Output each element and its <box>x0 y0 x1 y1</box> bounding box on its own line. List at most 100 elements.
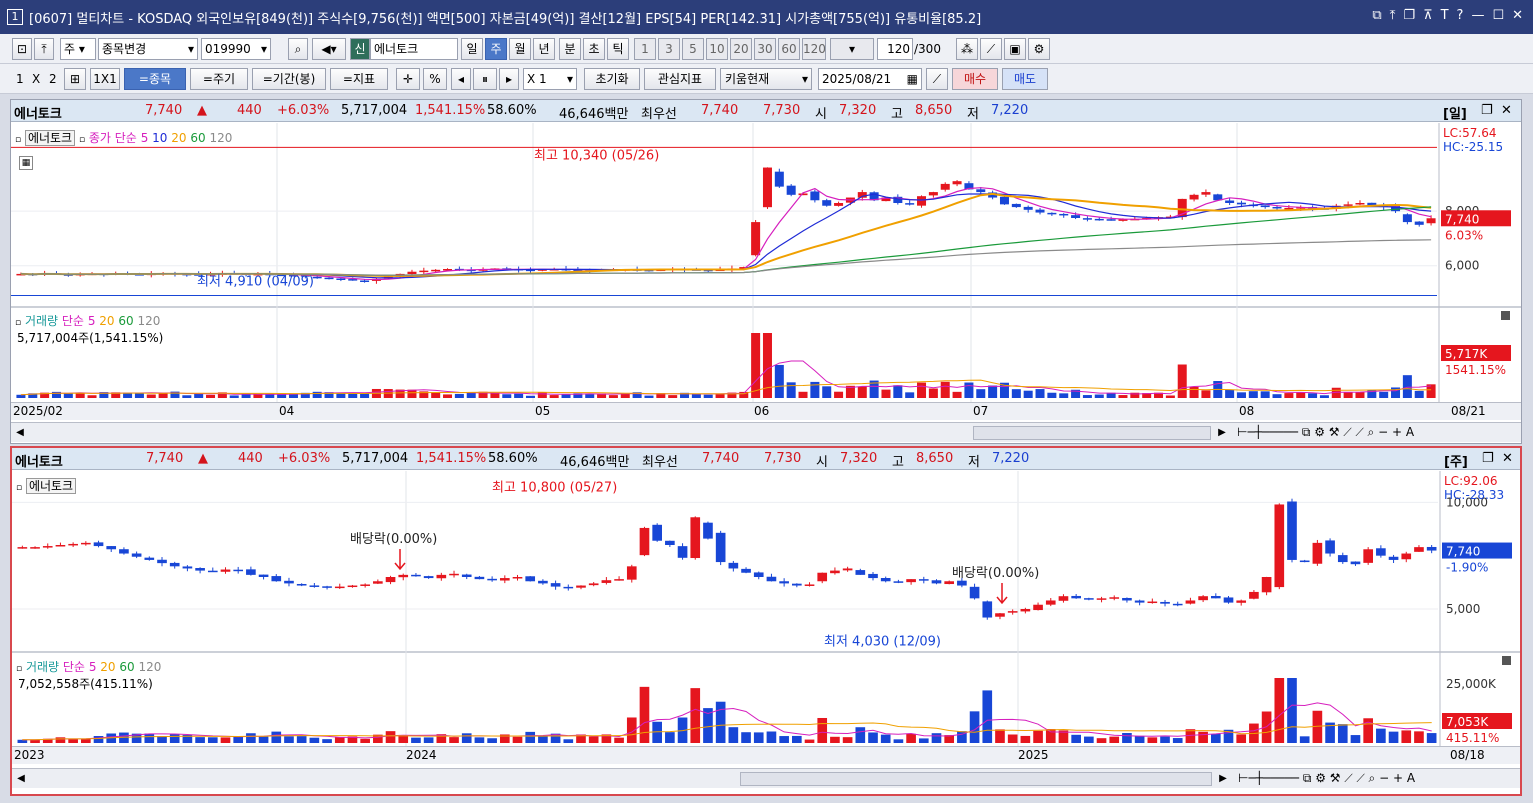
period-yearly-tab[interactable]: 년 <box>533 38 555 60</box>
scroll-thumb-weekly[interactable] <box>740 772 1212 786</box>
period-second-tab[interactable]: 초 <box>583 38 605 60</box>
price-chart-weekly[interactable]: 5,00010,000최고 10,800 (05/27)최저 4,030 (12… <box>12 471 1520 746</box>
reset-button[interactable]: 초기화 <box>584 68 640 90</box>
panel2-restore-icon[interactable]: ❐ <box>1482 451 1494 466</box>
period-monthly-tab[interactable]: 월 <box>509 38 531 60</box>
buy-button[interactable]: 매수 <box>952 68 998 90</box>
calendar-icon[interactable]: ▦ <box>907 69 918 89</box>
pin-icon[interactable]: ⊼ <box>1423 8 1433 23</box>
minute-10-button[interactable]: 10 <box>706 38 728 60</box>
minute-1-button[interactable]: 1 <box>634 38 656 60</box>
candle-body <box>1350 561 1361 565</box>
date-input[interactable]: 2025/08/21 ▦ <box>818 68 922 90</box>
candle-body <box>786 185 796 195</box>
volume-bar <box>334 737 345 743</box>
volume-bar <box>982 690 993 743</box>
restore-icon[interactable]: ❐ <box>1403 8 1415 23</box>
volume-bar <box>1177 364 1187 398</box>
volume-bar <box>1096 738 1107 743</box>
panel-close-icon[interactable]: ✕ <box>1501 103 1512 118</box>
candle-body <box>855 570 866 575</box>
volume-legend-toggle-icon[interactable]: ▫ <box>15 318 21 328</box>
text-size-icon[interactable]: T <box>1441 8 1449 23</box>
scroll-left-arrow-icon[interactable]: ◀ <box>13 425 27 440</box>
minute-3-button[interactable]: 3 <box>658 38 680 60</box>
scroll2-right-arrow-icon[interactable]: ▶ <box>1216 771 1230 786</box>
zoom-tools-daily[interactable]: ⊢─┼───── ⧉ ⚙ ⚒ ⟋ ⟋ ⌕ − + A <box>1237 425 1414 440</box>
mode-stock-button[interactable]: =종목 <box>124 68 186 90</box>
panel-restore-icon[interactable]: ❐ <box>1481 103 1493 118</box>
candle-body <box>880 578 891 582</box>
kiwoom-current-select[interactable]: 키움현재 ▾ <box>720 68 812 90</box>
volume-pct-tag-text: 1541.15% <box>1445 363 1506 377</box>
mode-range-button[interactable]: =기간(봉) <box>252 68 326 90</box>
sell-button[interactable]: 매도 <box>1002 68 1048 90</box>
minute-5-button[interactable]: 5 <box>682 38 704 60</box>
interest-indicator-button[interactable]: 관심지표 <box>644 68 716 90</box>
sound-icon[interactable]: ◀▾ <box>312 38 346 60</box>
volume2-legend-toggle-icon[interactable]: ▫ <box>16 664 22 674</box>
period-weekly-tab[interactable]: 주 <box>485 38 507 60</box>
trend-tools-icon[interactable]: ⟋ <box>980 38 1002 60</box>
price-chart-daily[interactable]: 6,0008,000최고 10,340 (05/26)최저 4,910 (04/… <box>11 123 1521 403</box>
crosshair-icon[interactable]: ✛ <box>396 68 420 90</box>
panel2-close-icon[interactable]: ✕ <box>1502 451 1513 466</box>
scroll-thumb-daily[interactable] <box>973 426 1211 440</box>
bar-count-input[interactable]: 120 <box>877 38 913 60</box>
scroll-right-icon[interactable]: ▸ <box>499 68 519 90</box>
scrollbar-daily[interactable]: ◀ ▶ ⊢─┼───── ⧉ ⚙ ⚒ ⟋ ⟋ ⌕ − + A <box>11 422 1521 442</box>
mode-indicator-button[interactable]: =지표 <box>330 68 388 90</box>
candle-body <box>792 583 802 586</box>
candle-body <box>1147 601 1158 604</box>
volume-bar <box>207 737 218 743</box>
candle-body <box>1355 203 1365 205</box>
custom-period-input[interactable]: ▾ <box>830 38 874 60</box>
scroll2-left-arrow-icon[interactable]: ◀ <box>14 771 28 786</box>
volume-ma-60: 60 <box>118 314 134 328</box>
pin-top-icon[interactable]: ⤒ <box>1390 8 1396 23</box>
chart-tools-icon[interactable]: ⟋ <box>926 68 948 90</box>
stock-change-select[interactable]: 종목변경 ▾ <box>98 38 198 60</box>
search-icon[interactable]: ⌕ <box>288 38 308 60</box>
minute-30-button[interactable]: 30 <box>754 38 776 60</box>
period-minute-tab[interactable]: 분 <box>559 38 581 60</box>
scroll-right-arrow-icon[interactable]: ▶ <box>1215 425 1229 440</box>
chart-layout-icon[interactable]: ⊡ <box>12 38 32 60</box>
candle-body <box>822 200 832 206</box>
grid-layout-icon[interactable]: ⊞ <box>64 68 86 90</box>
grid-tools-icon[interactable]: ⁂ <box>956 38 978 60</box>
market-select[interactable]: 주 ▾ <box>60 38 96 60</box>
one-by-one-button[interactable]: 1X1 <box>90 68 120 90</box>
pin-chart-icon[interactable]: ⤒ <box>34 38 54 60</box>
minute-60-button[interactable]: 60 <box>778 38 800 60</box>
save-icon[interactable]: ▣ <box>1004 38 1026 60</box>
scroll-left-icon[interactable]: ◂ <box>451 68 471 90</box>
stock-code-input[interactable]: 019990 ▾ <box>201 38 271 60</box>
minute-120-button[interactable]: 120 <box>802 38 826 60</box>
help-icon[interactable]: ? <box>1457 8 1464 23</box>
volume-bar <box>360 393 370 398</box>
layout-2-button[interactable]: 2 <box>49 68 57 90</box>
minute-20-button[interactable]: 20 <box>730 38 752 60</box>
close-button[interactable]: ✕ <box>1512 8 1523 23</box>
candle-body <box>246 569 256 575</box>
minimize-button[interactable]: — <box>1471 8 1484 23</box>
new-badge[interactable]: 신 <box>350 38 370 60</box>
pause-icon[interactable]: ⏸ <box>473 68 497 90</box>
stock-name-field[interactable]: 에너토크 <box>370 38 458 60</box>
settings-gear-icon[interactable]: ⚙ <box>1028 38 1050 60</box>
period-tick-tab[interactable]: 틱 <box>607 38 629 60</box>
lc-label: LC:57.64 <box>1443 126 1496 140</box>
mode-period-button[interactable]: =주기 <box>190 68 248 90</box>
period-tag-weekly: [주] <box>1444 455 1468 470</box>
link-window-icon[interactable]: ⧉ <box>1372 8 1381 23</box>
layout-1-button[interactable]: 1 <box>16 68 24 90</box>
scrollbar-weekly[interactable]: ◀ ▶ ⊢─┼───── ⧉ ⚙ ⚒ ⟋ ⟋ ⌕ − + A <box>12 768 1520 788</box>
volume-bar <box>1094 394 1104 398</box>
period-daily-tab[interactable]: 일 <box>461 38 483 60</box>
candle-body <box>1426 218 1436 224</box>
zoom-tools-weekly[interactable]: ⊢─┼───── ⧉ ⚙ ⚒ ⟋ ⟋ ⌕ − + A <box>1238 771 1415 786</box>
scale-select[interactable]: X 1 ▾ <box>523 68 577 90</box>
maximize-button[interactable]: ☐ <box>1492 8 1504 23</box>
percent-button[interactable]: % <box>423 68 447 90</box>
